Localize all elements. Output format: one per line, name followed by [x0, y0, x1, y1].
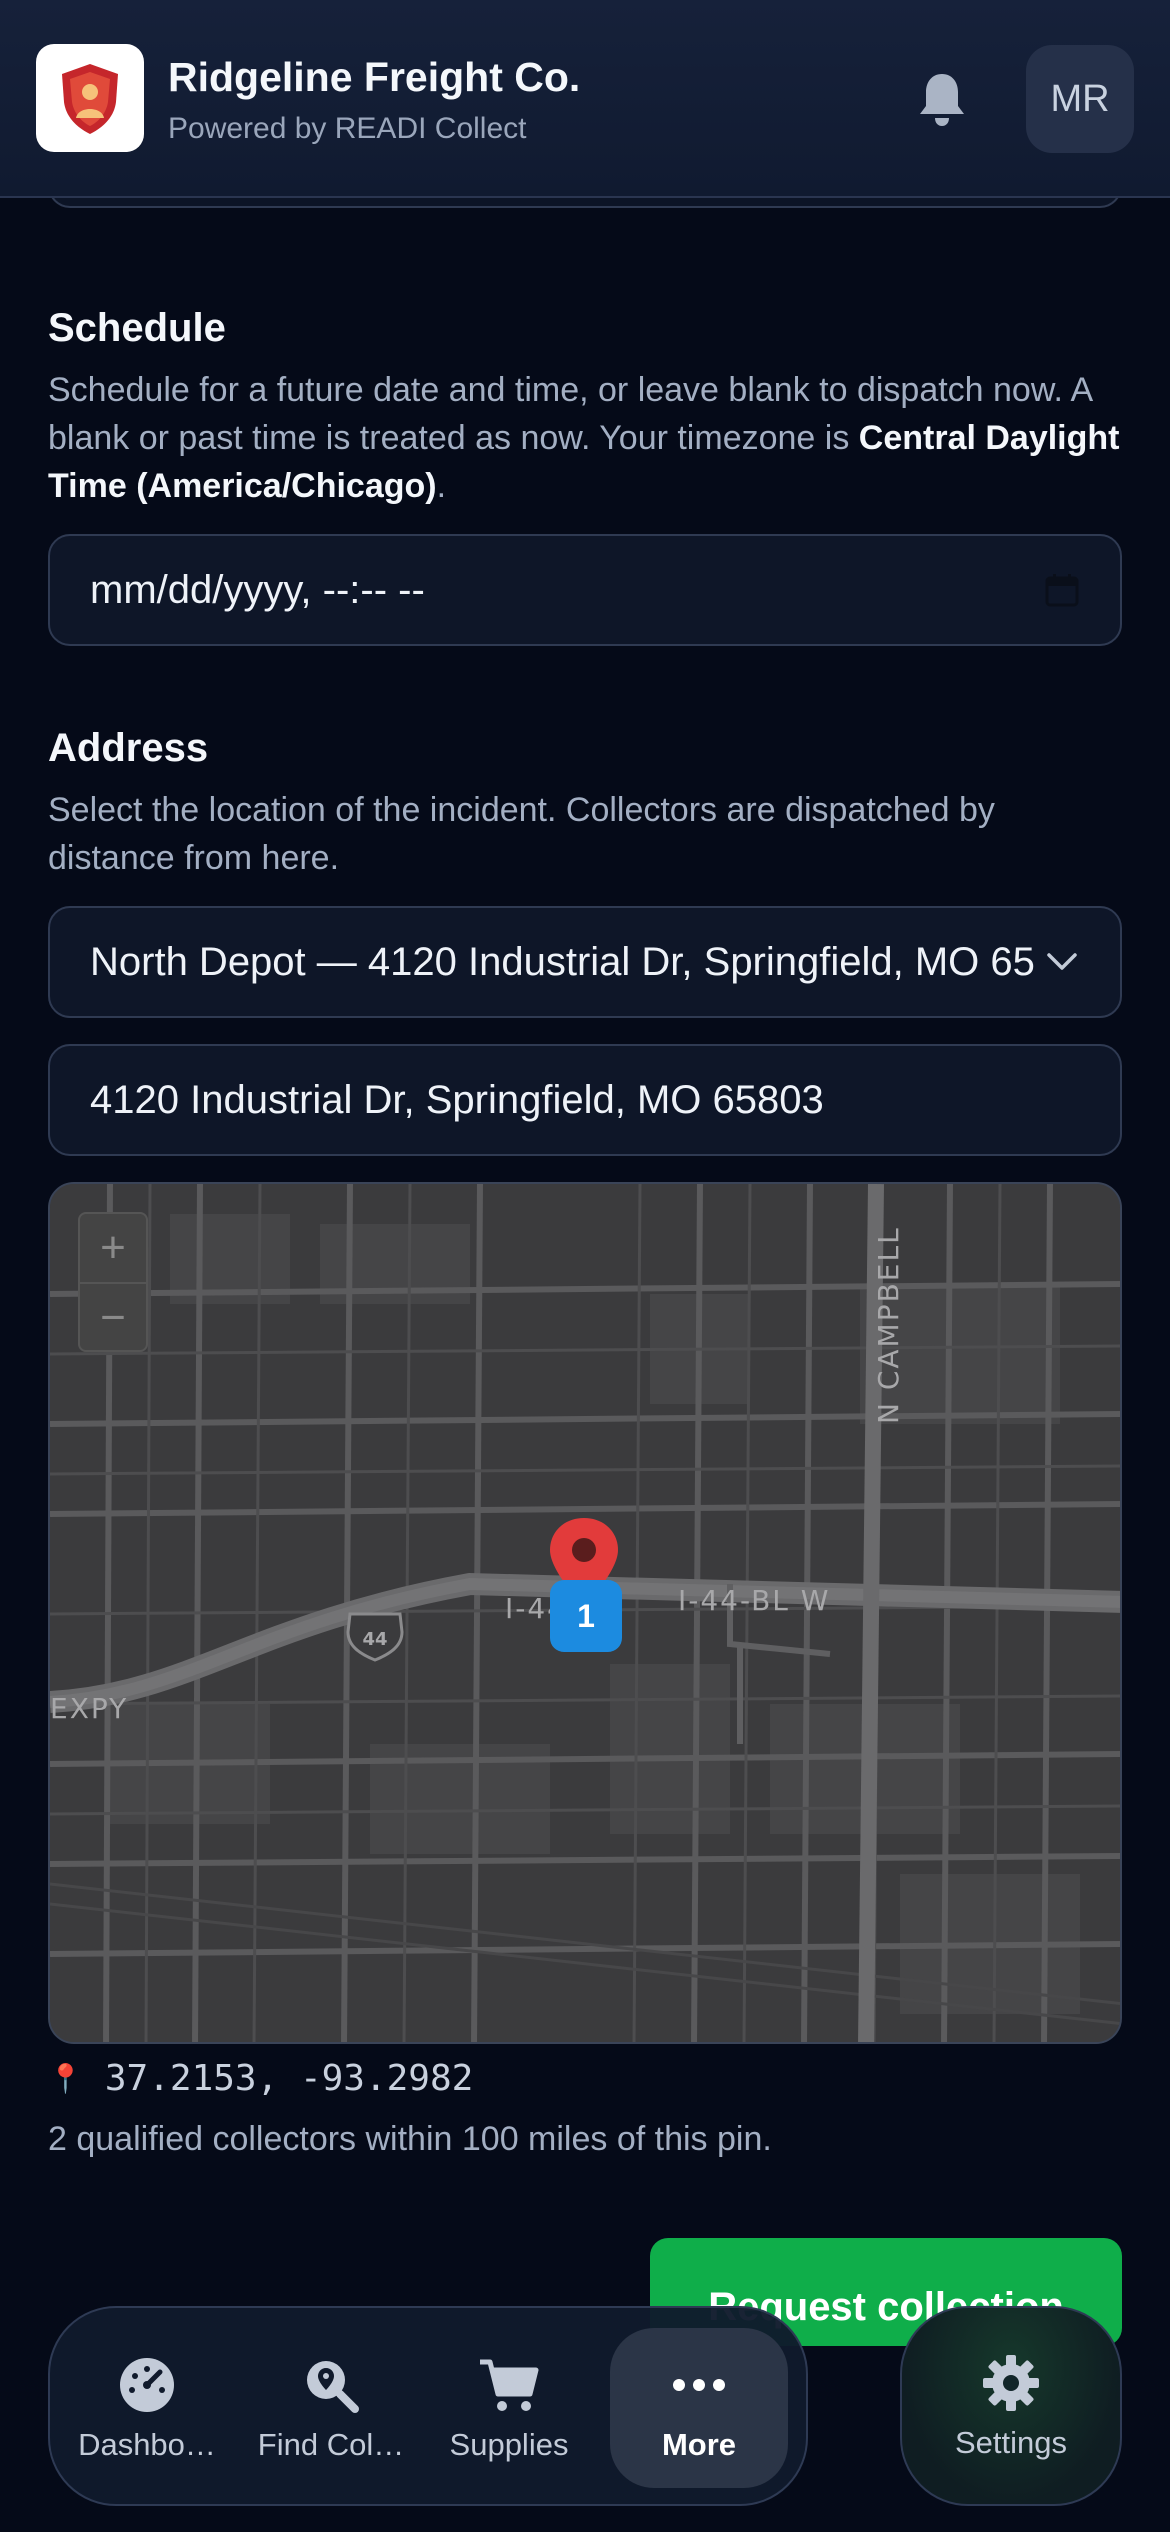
pin-icon: 📍	[48, 2062, 83, 2095]
more-dots-icon	[667, 2353, 731, 2417]
schedule-title: Schedule	[48, 306, 226, 350]
schedule-datetime-input[interactable]: mm/dd/yyyy, --:-- --	[48, 534, 1122, 646]
interstate-shield-label: 44	[362, 1629, 387, 1650]
shopping-cart-icon	[477, 2353, 541, 2417]
selected-location-value: North Depot — 4120 Industrial Dr, Spring…	[90, 939, 1034, 984]
nav-item-settings[interactable]: Settings	[900, 2306, 1122, 2506]
shield-logo-icon	[62, 64, 118, 134]
address-value: 4120 Industrial Dr, Springfield, MO 6580…	[90, 1077, 824, 1122]
street-label-expy: EXPY	[50, 1692, 128, 1725]
gear-icon	[979, 2351, 1043, 2415]
company-name: Ridgeline Freight Co.	[168, 54, 581, 100]
user-avatar[interactable]: MR	[1026, 45, 1134, 153]
nav-item-supplies[interactable]: Supplies	[420, 2328, 598, 2488]
chevron-down-icon	[1034, 934, 1090, 990]
pin-coordinates: 📍 37.2153, -93.2982	[48, 2058, 473, 2099]
calendar-icon[interactable]	[1034, 562, 1090, 618]
company-logo	[36, 44, 144, 152]
nav-label-supplies: Supplies	[449, 2427, 569, 2462]
qualified-collectors-text: 2 qualified collectors within 100 miles …	[48, 2120, 772, 2158]
location-map[interactable]: 44 I-44-BL W I-44-E EXPY N CAMPBELL + − …	[48, 1182, 1122, 2044]
app-header: Ridgeline Freight Co. Powered by READI C…	[0, 0, 1170, 198]
address-title: Address	[48, 726, 209, 770]
coordinates-value: 37.2153, -93.2982	[104, 2058, 474, 2099]
map-zoom-controls: + −	[78, 1212, 148, 1352]
street-label-campbell: N CAMPBELL	[872, 1226, 905, 1424]
schedule-description: Schedule for a future date and time, or …	[48, 366, 1128, 510]
location-select[interactable]: North Depot — 4120 Industrial Dr, Spring…	[48, 906, 1122, 1018]
nav-label-more: More	[661, 2427, 737, 2462]
collector-cluster-marker[interactable]: 1	[550, 1580, 622, 1652]
zoom-in-button[interactable]: +	[80, 1214, 146, 1282]
nav-label-find-collectors: Find Col…	[257, 2427, 405, 2462]
street-label-i44bl: I-44-BL W	[678, 1584, 831, 1617]
nav-label-dashboard: Dashbo…	[78, 2427, 216, 2462]
datetime-placeholder: mm/dd/yyyy, --:-- --	[90, 567, 425, 612]
nav-label-settings: Settings	[954, 2425, 1067, 2460]
nav-item-more[interactable]: More	[610, 2328, 788, 2488]
bottom-nav: Dashbo… Find Col… Supplies More	[48, 2306, 808, 2506]
address-description: Select the location of the incident. Col…	[48, 791, 995, 877]
address-input[interactable]: 4120 Industrial Dr, Springfield, MO 6580…	[48, 1044, 1122, 1156]
zoom-out-button[interactable]: −	[80, 1284, 146, 1352]
find-collector-search-icon	[299, 2353, 363, 2417]
dashboard-gauge-icon	[115, 2353, 179, 2417]
notifications-bell-icon[interactable]	[912, 66, 972, 132]
schedule-description-end: .	[436, 467, 447, 505]
powered-by-text: Powered by READI Collect	[168, 112, 527, 145]
nav-item-dashboard[interactable]: Dashbo…	[58, 2328, 236, 2488]
nav-item-find-collectors[interactable]: Find Col…	[242, 2328, 420, 2488]
